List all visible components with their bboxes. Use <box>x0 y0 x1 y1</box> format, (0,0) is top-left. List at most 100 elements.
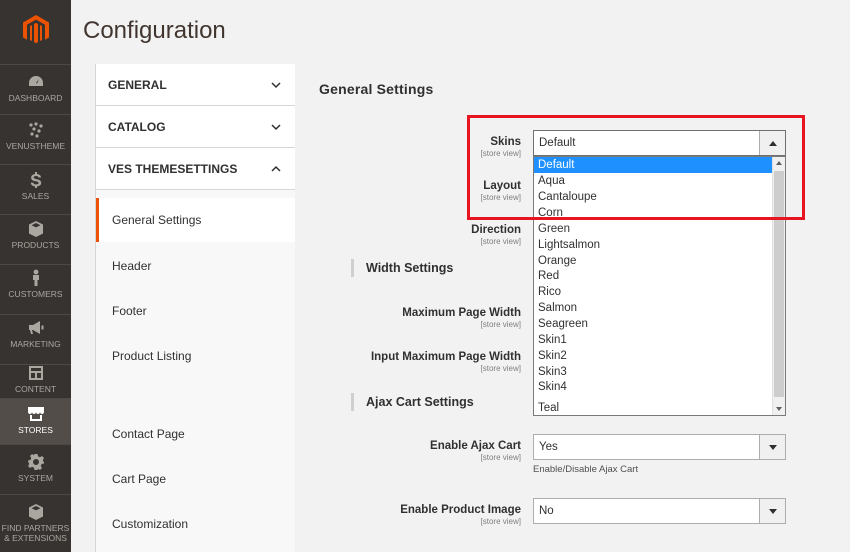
select-arrow <box>759 499 785 523</box>
nav-dashboard[interactable]: DASHBOARD <box>0 64 71 114</box>
dropdown-option-skin3[interactable]: Skin3 <box>534 364 773 380</box>
tab-general[interactable]: GENERAL <box>96 64 295 106</box>
chevron-down-icon <box>271 81 281 88</box>
nav-label: SYSTEM <box>18 473 53 483</box>
dropdown-option-skin1[interactable]: Skin1 <box>534 332 773 348</box>
enable-ajax-cart-label: Enable Ajax Cart [store view] <box>380 440 521 462</box>
max-page-width-text: Maximum Page Width <box>402 307 521 319</box>
tab-label: VES THEMESETTINGS <box>108 161 238 176</box>
nav-label: MARKETING <box>10 339 61 349</box>
nav-content[interactable]: CONTENT <box>0 364 71 398</box>
tab-ves-themesettings[interactable]: VES THEMESETTINGS <box>96 148 295 190</box>
select-arrow <box>759 435 785 459</box>
person-icon <box>32 269 39 286</box>
dollar-icon <box>30 172 41 188</box>
nav-customers[interactable]: CUSTOMERS <box>0 264 71 314</box>
admin-sidebar: DASHBOARD VENUSTHEME SALES PRODUCTS CUST… <box>0 0 71 552</box>
dashboard-icon <box>28 76 43 86</box>
magento-logo-icon <box>22 15 49 44</box>
caret-down-icon <box>768 444 777 450</box>
tab-catalog[interactable]: CATALOG <box>96 106 295 148</box>
nav-label: STORES <box>18 425 53 435</box>
chevron-up-icon <box>271 165 281 172</box>
scope-label: [store view] <box>480 364 521 373</box>
direction-label: Direction [store view] <box>400 224 521 246</box>
extensions-icon <box>28 504 43 520</box>
enable-ajax-cart-select[interactable]: Yes <box>533 434 786 460</box>
layout-icon <box>28 366 43 380</box>
megaphone-icon <box>28 321 43 334</box>
nav-system[interactable]: SYSTEM <box>0 444 71 494</box>
direction-label-text: Direction <box>471 224 521 236</box>
subtab-label: Header <box>112 259 152 273</box>
nav-stores[interactable]: STORES <box>0 398 71 444</box>
enable-ajax-cart-value: Yes <box>539 441 558 453</box>
magento-logo[interactable] <box>0 0 71 60</box>
subtab-list: General Settings Header Footer Product L… <box>96 190 295 552</box>
nav-label: CUSTOMERS <box>8 289 63 299</box>
dropdown-option-seagreen[interactable]: Seagreen <box>534 316 773 332</box>
subtab-label: Customization <box>112 517 189 531</box>
scope-label: [store view] <box>480 517 521 526</box>
subtab-header[interactable]: Header <box>96 244 295 288</box>
nav-find-partners[interactable]: FIND PARTNERS & EXTENSIONS <box>0 494 71 552</box>
dropdown-option-orange[interactable]: Orange <box>534 253 773 269</box>
enable-ajax-cart-text: Enable Ajax Cart <box>430 440 521 452</box>
dropdown-option-teal[interactable]: Teal <box>534 400 773 415</box>
ajax-cart-note: Enable/Disable Ajax Cart <box>533 464 639 475</box>
chevron-down-icon <box>271 123 281 130</box>
dropdown-option-salmon[interactable]: Salmon <box>534 300 773 316</box>
nav-label: VENUSTHEME <box>5 141 66 151</box>
caret-down-icon <box>768 508 777 514</box>
nav-label: SALES <box>21 191 50 201</box>
dropdown-option-lightsalmon[interactable]: Lightsalmon <box>534 237 773 253</box>
subtab-footer[interactable]: Footer <box>96 289 295 333</box>
enable-product-image-select[interactable]: No <box>533 498 786 524</box>
subtab-product-listing[interactable]: Product Listing <box>96 334 295 378</box>
nav-products[interactable]: PRODUCTS <box>0 214 71 264</box>
subtab-label: General Settings <box>112 213 202 227</box>
dropdown-option-skin4[interactable]: Skin4 <box>534 379 773 395</box>
scope-label: [store view] <box>480 237 521 246</box>
nav-label: FIND PARTNERS & EXTENSIONS <box>1 523 70 543</box>
venustheme-icon <box>28 122 43 138</box>
dropdown-option-skin2[interactable]: Skin2 <box>534 348 773 364</box>
scope-label: [store view] <box>480 320 521 329</box>
nav-label: CONTENT <box>14 384 57 394</box>
dropdown-option-green[interactable]: Green <box>534 221 773 237</box>
tab-label: GENERAL <box>108 77 167 92</box>
dropdown-option-rico[interactable]: Rico <box>534 284 773 300</box>
enable-product-image-value: No <box>539 505 554 517</box>
subtab-label: Contact Page <box>112 427 185 441</box>
input-max-page-width-label: Input Maximum Page Width [store view] <box>350 351 521 373</box>
max-page-width-label: Maximum Page Width [store view] <box>360 307 521 329</box>
subtab-label: Product Listing <box>112 349 192 363</box>
nav-venustheme[interactable]: VENUSTHEME <box>0 114 71 164</box>
section-title: General Settings <box>319 81 434 97</box>
subtab-customization[interactable]: Customization <box>96 502 295 546</box>
dropdown-option-red[interactable]: Red <box>534 268 773 284</box>
width-settings-title[interactable]: Width Settings <box>351 259 453 277</box>
scope-label: [store view] <box>480 453 521 462</box>
gear-icon <box>27 454 44 470</box>
subtab-cart-page[interactable]: Cart Page <box>96 457 295 501</box>
page-title: Configuration <box>83 17 226 44</box>
ajax-cart-settings-title[interactable]: Ajax Cart Settings <box>351 393 474 411</box>
input-max-page-width-text: Input Maximum Page Width <box>370 351 521 363</box>
annotation-highlight-box <box>467 115 805 220</box>
box-icon <box>28 221 43 237</box>
nav-marketing[interactable]: MARKETING <box>0 314 71 364</box>
config-tabs: GENERAL CATALOG VES THEMESETTINGS Genera… <box>95 64 295 552</box>
enable-product-image-text: Enable Product Image <box>400 504 521 516</box>
subtab-contact-page[interactable]: Contact Page <box>96 412 295 456</box>
nav-sales[interactable]: SALES <box>0 164 71 214</box>
nav-label: PRODUCTS <box>11 240 60 250</box>
subtab-general-settings[interactable]: General Settings <box>96 198 295 242</box>
tab-label: CATALOG <box>108 119 166 134</box>
scroll-down-icon[interactable] <box>776 407 782 411</box>
store-icon <box>27 407 44 421</box>
subtab-label: Cart Page <box>112 472 167 486</box>
subtab-label: Footer <box>112 304 147 318</box>
nav-label: DASHBOARD <box>8 93 63 103</box>
enable-product-image-label: Enable Product Image [store view] <box>380 504 521 526</box>
